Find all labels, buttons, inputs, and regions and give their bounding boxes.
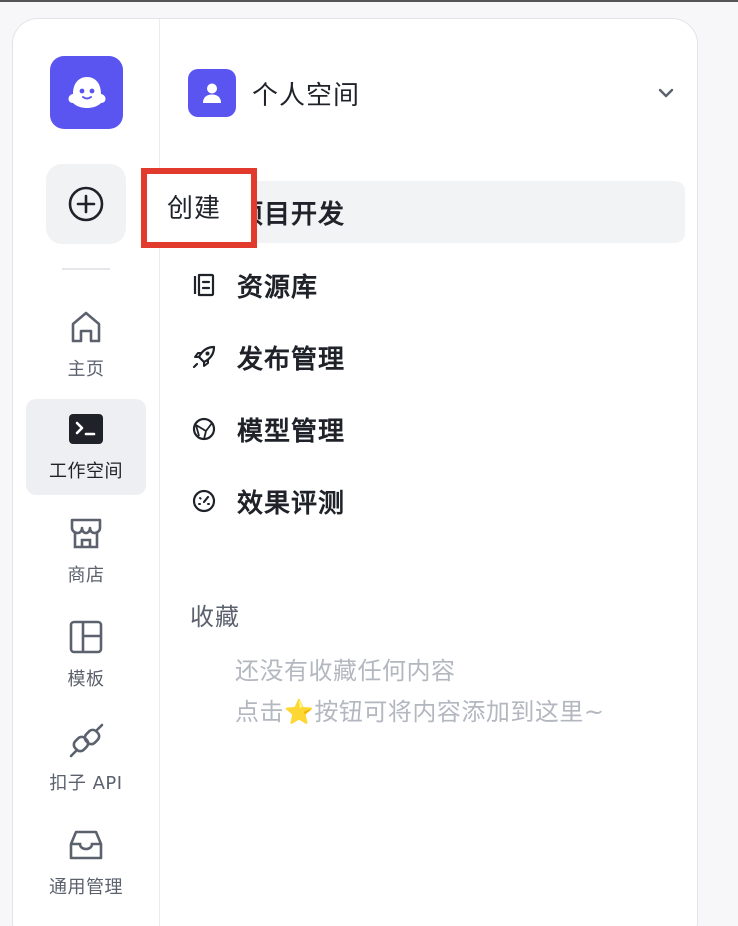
create-tooltip: 创建 <box>141 168 257 248</box>
plug-icon <box>66 721 106 761</box>
left-rail: 主页 工作空间 商店 模板 扣子 API 通用管理 <box>13 19 160 926</box>
rail-item-templates[interactable]: 模板 <box>26 607 146 703</box>
rail-item-general-settings[interactable]: 通用管理 <box>26 815 146 911</box>
rocket-icon <box>190 343 218 371</box>
rail-item-label: 通用管理 <box>49 877 123 898</box>
rail-item-api[interactable]: 扣子 API <box>26 711 146 807</box>
store-icon <box>66 513 106 553</box>
chevron-down-icon[interactable] <box>654 81 678 105</box>
nav-item-evaluation[interactable]: 效果评测 <box>178 470 685 532</box>
create-tooltip-text: 创建 <box>167 194 222 224</box>
rail-item-workspace[interactable]: 工作空间 <box>26 399 146 495</box>
rail-item-label: 主页 <box>67 359 105 380</box>
library-icon <box>190 271 218 299</box>
terminal-icon <box>66 409 106 449</box>
nav-item-label: 发布管理 <box>237 344 346 375</box>
model-icon <box>190 415 218 443</box>
template-icon <box>66 617 106 657</box>
space-name: 个人空间 <box>252 80 361 111</box>
nav-item-label: 效果评测 <box>237 488 346 519</box>
nav-item-publish[interactable]: 发布管理 <box>178 326 685 388</box>
nav-item-models[interactable]: 模型管理 <box>178 398 685 460</box>
rail-item-label: 商店 <box>67 565 105 586</box>
plus-circle-icon <box>68 186 104 222</box>
favorites-title: 收藏 <box>190 603 240 631</box>
favorites-empty-line: 还没有收藏任何内容 <box>235 657 456 685</box>
rail-divider <box>62 268 110 270</box>
ghost-logo-icon[interactable] <box>50 56 123 129</box>
favorites-empty-hint: 点击⭐按钮可将内容添加到这里~ <box>235 698 605 726</box>
favorites-empty-state: 还没有收藏任何内容 点击⭐按钮可将内容添加到这里~ <box>235 651 605 733</box>
rail-item-home[interactable]: 主页 <box>26 297 146 393</box>
create-button[interactable] <box>46 164 126 244</box>
home-icon <box>66 307 106 347</box>
user-icon <box>188 69 236 117</box>
inbox-icon <box>66 825 106 865</box>
window-top-edge <box>0 0 738 2</box>
rail-item-store[interactable]: 商店 <box>26 503 146 599</box>
rail-item-label: 扣子 API <box>49 773 123 794</box>
nav-item-library[interactable]: 资源库 <box>178 254 685 316</box>
nav-item-label: 模型管理 <box>237 416 346 447</box>
space-switcher[interactable]: 个人空间 <box>188 69 678 117</box>
rail-item-label: 模板 <box>67 669 105 690</box>
app-panel: 主页 工作空间 商店 模板 扣子 API 通用管理 个人空间 项目开发 资源库 … <box>12 18 698 926</box>
gauge-icon <box>190 487 218 515</box>
nav-item-label: 资源库 <box>237 272 319 303</box>
rail-item-label: 工作空间 <box>49 461 123 482</box>
